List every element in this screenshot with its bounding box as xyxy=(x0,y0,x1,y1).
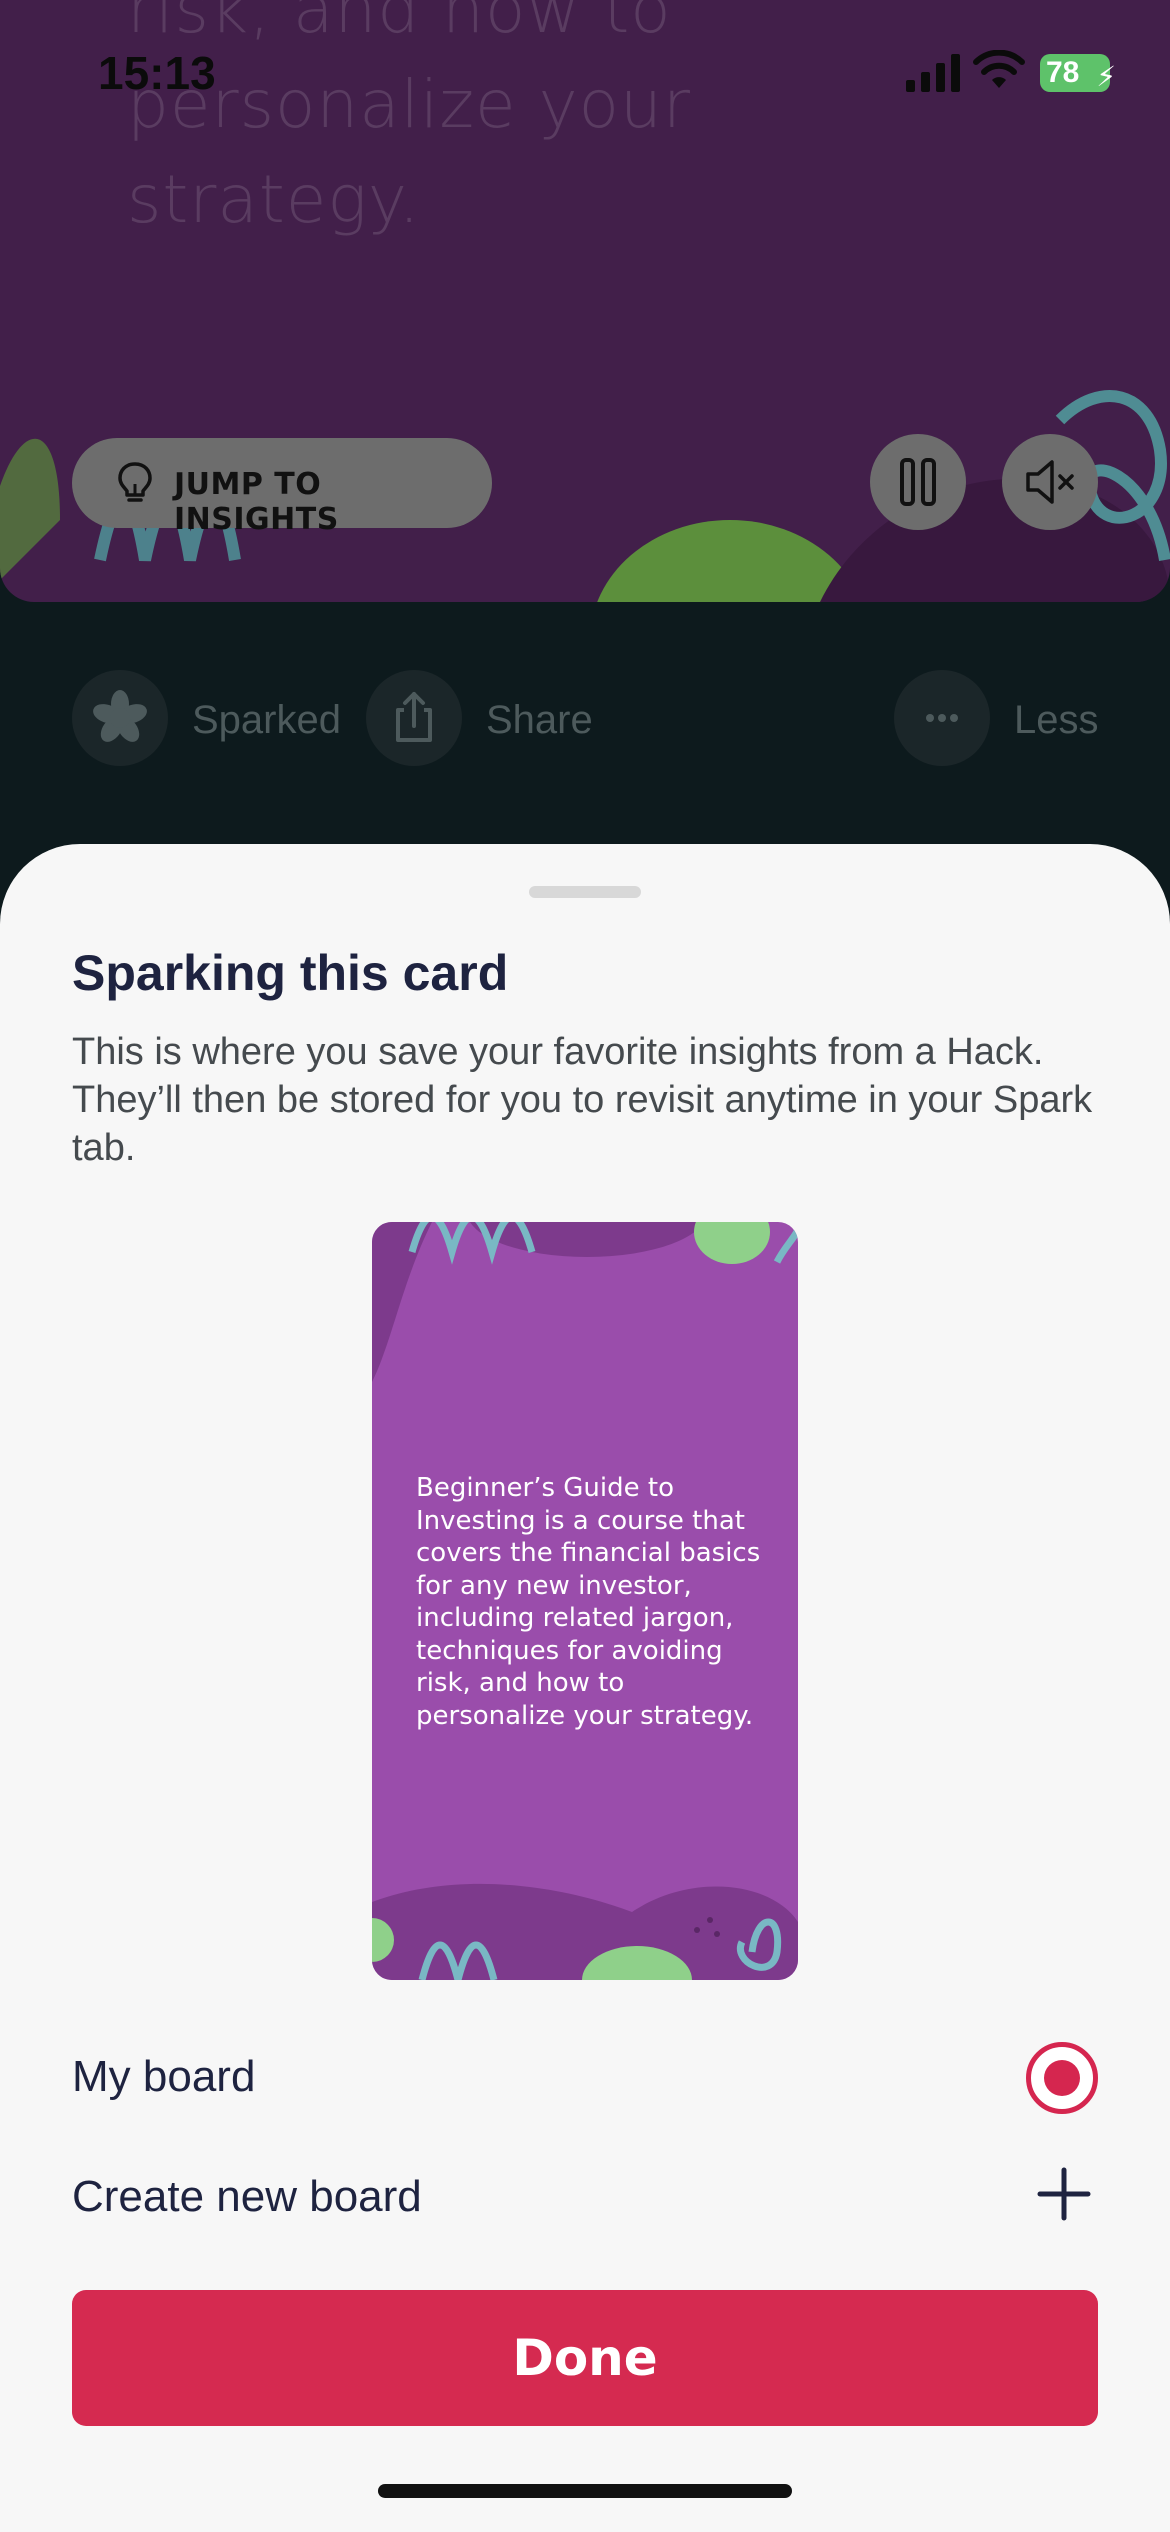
cellular-signal-icon xyxy=(906,54,960,92)
share-icon xyxy=(396,692,432,742)
status-time: 15:13 xyxy=(98,47,216,99)
spark-icon xyxy=(93,690,147,742)
less-label[interactable]: Less xyxy=(1014,698,1099,743)
share-label[interactable]: Share xyxy=(486,698,593,743)
status-bar: 15:13 78 ⚡ xyxy=(0,0,1170,150)
mute-button[interactable] xyxy=(1002,434,1098,530)
sheet-description: This is where you save your favorite ins… xyxy=(72,1031,1093,1169)
pause-button[interactable] xyxy=(870,434,966,530)
board-option-label: My board xyxy=(72,2052,256,2101)
radio-selected-icon[interactable] xyxy=(1026,2042,1098,2114)
sheet-grabber[interactable] xyxy=(529,886,641,898)
lightbulb-icon xyxy=(118,462,152,502)
create-new-board-option[interactable]: Create new board xyxy=(0,2154,1170,2254)
home-indicator xyxy=(378,2484,792,2498)
card-preview: Beginner’s Guide to Investing is a cours… xyxy=(372,1222,798,1980)
plus-icon[interactable] xyxy=(1036,2166,1092,2222)
wifi-icon xyxy=(973,50,1025,88)
charging-bolt-icon: ⚡ xyxy=(1096,61,1116,92)
speaker-muted-icon xyxy=(1026,460,1074,504)
sheet-title: Sparking this card xyxy=(72,945,509,1001)
board-option-my-board[interactable]: My board xyxy=(0,2034,1170,2134)
card-preview-text: Beginner’s Guide to Investing is a cours… xyxy=(416,1473,761,1731)
share-button[interactable] xyxy=(366,670,462,766)
sparked-label[interactable]: Sparked xyxy=(192,698,341,743)
card-actions: Sparked Share Less xyxy=(0,670,1170,776)
battery-level: 78 xyxy=(1046,56,1080,89)
done-button[interactable]: Done xyxy=(72,2290,1098,2426)
jump-to-insights-button[interactable]: JUMP TO INSIGHTS xyxy=(72,438,492,537)
ellipsis-icon xyxy=(926,714,958,722)
sparked-button[interactable] xyxy=(72,670,168,766)
create-board-label: Create new board xyxy=(72,2172,422,2221)
video-player[interactable]: risk, and how to personalize your strate… xyxy=(0,0,1170,602)
jump-to-insights-label: JUMP TO INSIGHTS xyxy=(174,467,339,537)
battery-icon: 78 ⚡ xyxy=(1040,54,1116,92)
pause-icon xyxy=(900,458,936,506)
radio-dot xyxy=(1044,2060,1080,2096)
more-button[interactable] xyxy=(894,670,990,766)
spark-bottom-sheet: Sparking this card This is where you sav… xyxy=(0,844,1170,2532)
